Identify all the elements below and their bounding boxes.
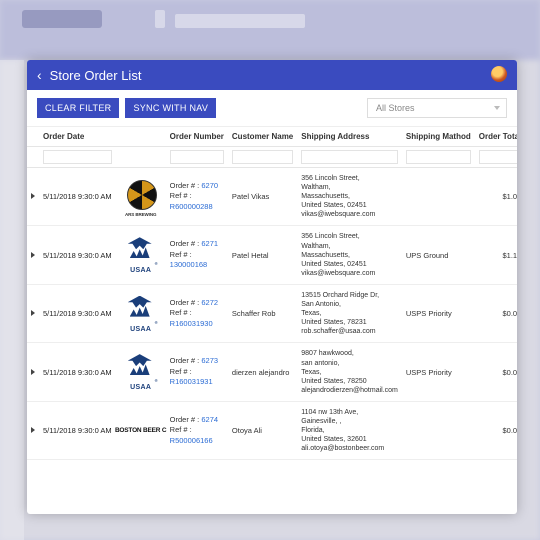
order-grid: Order Date Order Number Customer Name Sh… bbox=[27, 127, 517, 514]
store-select-value: All Stores bbox=[376, 103, 415, 113]
shipping-address: 356 Lincoln Street,Waltham,Massachusetts… bbox=[297, 226, 402, 284]
shipping-address: 356 Lincoln Street,Waltham,Massachusetts… bbox=[297, 168, 402, 226]
col-method[interactable]: Shipping Mathod bbox=[402, 127, 475, 147]
order-number-cell: Order # : 6270Ref # : R600000288 bbox=[166, 168, 228, 226]
order-link[interactable]: 6273 bbox=[201, 356, 218, 365]
order-date: 5/11/2018 9:30:0 AM bbox=[39, 401, 116, 459]
order-total: $0.00 bbox=[475, 343, 517, 401]
back-icon[interactable]: ‹ bbox=[37, 67, 42, 83]
order-number-cell: Order # : 6274Ref # : R500006166 bbox=[166, 401, 228, 459]
col-customer[interactable]: Customer Name bbox=[228, 127, 297, 147]
col-logo bbox=[116, 127, 166, 147]
order-total: $1.06 bbox=[475, 168, 517, 226]
order-date: 5/11/2018 9:30:0 AM bbox=[39, 284, 116, 342]
expand-icon[interactable] bbox=[31, 193, 35, 199]
order-date: 5/11/2018 9:30:0 AM bbox=[39, 168, 116, 226]
col-date[interactable]: Order Date bbox=[39, 127, 116, 147]
store-logo: USAA® bbox=[120, 236, 162, 274]
customer-name: Patel Hetal bbox=[228, 226, 297, 284]
ref-link[interactable]: R160031931 bbox=[170, 377, 213, 386]
ref-link[interactable]: R160031930 bbox=[170, 319, 213, 328]
col-expand bbox=[27, 127, 39, 147]
shipping-method: UPS Ground bbox=[402, 226, 475, 284]
order-total: $1.17 bbox=[475, 226, 517, 284]
filter-total[interactable] bbox=[479, 150, 517, 164]
page-title: Store Order List bbox=[50, 68, 142, 83]
order-date: 5/11/2018 9:30:0 AM bbox=[39, 343, 116, 401]
col-total[interactable]: Order Total bbox=[475, 127, 517, 147]
order-number-cell: Order # : 6273Ref # : R160031931 bbox=[166, 343, 228, 401]
expand-icon[interactable] bbox=[31, 310, 35, 316]
store-select[interactable]: All Stores bbox=[367, 98, 507, 118]
order-total: $0.00 bbox=[475, 401, 517, 459]
customer-name: dierzen alejandro bbox=[228, 343, 297, 401]
order-date: 5/11/2018 9:30:0 AM bbox=[39, 226, 116, 284]
panel-header: ‹ Store Order List bbox=[27, 60, 517, 90]
order-link[interactable]: 6272 bbox=[201, 298, 218, 307]
shipping-address: 13515 Orchard Ridge Dr,San Antonio,Texas… bbox=[297, 284, 402, 342]
filter-customer[interactable] bbox=[232, 150, 293, 164]
filter-number[interactable] bbox=[170, 150, 224, 164]
store-logo: BOSTON BEER C bbox=[120, 412, 162, 450]
ref-link[interactable]: 130000168 bbox=[170, 260, 208, 269]
order-link[interactable]: 6270 bbox=[201, 181, 218, 190]
store-logo: USAA® bbox=[120, 353, 162, 391]
table-row: 5/11/2018 9:30:0 AM Order # : 6270Ref # :… bbox=[27, 168, 517, 226]
shipping-method bbox=[402, 401, 475, 459]
order-link[interactable]: 6274 bbox=[201, 415, 218, 424]
clear-filter-button[interactable]: CLEAR FILTER bbox=[37, 98, 119, 118]
customer-name: Patel Vikas bbox=[228, 168, 297, 226]
order-link[interactable]: 6271 bbox=[201, 239, 218, 248]
store-logo: USAA® bbox=[120, 295, 162, 333]
shipping-address: 9807 hawkwood,san antonio,Texas,United S… bbox=[297, 343, 402, 401]
expand-icon[interactable] bbox=[31, 369, 35, 375]
col-number[interactable]: Order Number bbox=[166, 127, 228, 147]
shipping-method: USPS Priority bbox=[402, 343, 475, 401]
customer-name: Schaffer Rob bbox=[228, 284, 297, 342]
table-row: 5/11/2018 9:30:0 AMBOSTON BEER COrder # … bbox=[27, 401, 517, 459]
table-row: 5/11/2018 9:30:0 AMUSAA®Order # : 6272Re… bbox=[27, 284, 517, 342]
filter-date[interactable] bbox=[43, 150, 112, 164]
order-number-cell: Order # : 6271Ref # : 130000168 bbox=[166, 226, 228, 284]
filter-method[interactable] bbox=[406, 150, 471, 164]
shipping-method: USPS Priority bbox=[402, 284, 475, 342]
table-row: 5/11/2018 9:30:0 AMUSAA®Order # : 6273Re… bbox=[27, 343, 517, 401]
shipping-method bbox=[402, 168, 475, 226]
order-number-cell: Order # : 6272Ref # : R160031930 bbox=[166, 284, 228, 342]
expand-icon[interactable] bbox=[31, 252, 35, 258]
sync-nav-button[interactable]: SYNC WITH NAV bbox=[125, 98, 216, 118]
table-row: 5/11/2018 9:30:0 AMUSAA®Order # : 6271Re… bbox=[27, 226, 517, 284]
ref-link[interactable]: R500006166 bbox=[170, 436, 213, 445]
store-logo bbox=[120, 178, 162, 216]
filter-address[interactable] bbox=[301, 150, 398, 164]
expand-icon[interactable] bbox=[31, 427, 35, 433]
ref-link[interactable]: R600000288 bbox=[170, 202, 213, 211]
toolbar: CLEAR FILTER SYNC WITH NAV All Stores bbox=[27, 90, 517, 127]
customer-name: Otoya Ali bbox=[228, 401, 297, 459]
order-list-panel: ‹ Store Order List CLEAR FILTER SYNC WIT… bbox=[27, 60, 517, 514]
avatar[interactable] bbox=[491, 66, 507, 82]
order-total: $0.00 bbox=[475, 284, 517, 342]
shipping-address: 1104 nw 13th Ave,Gainesville, ,Florida,U… bbox=[297, 401, 402, 459]
col-address[interactable]: Shipping Address bbox=[297, 127, 402, 147]
